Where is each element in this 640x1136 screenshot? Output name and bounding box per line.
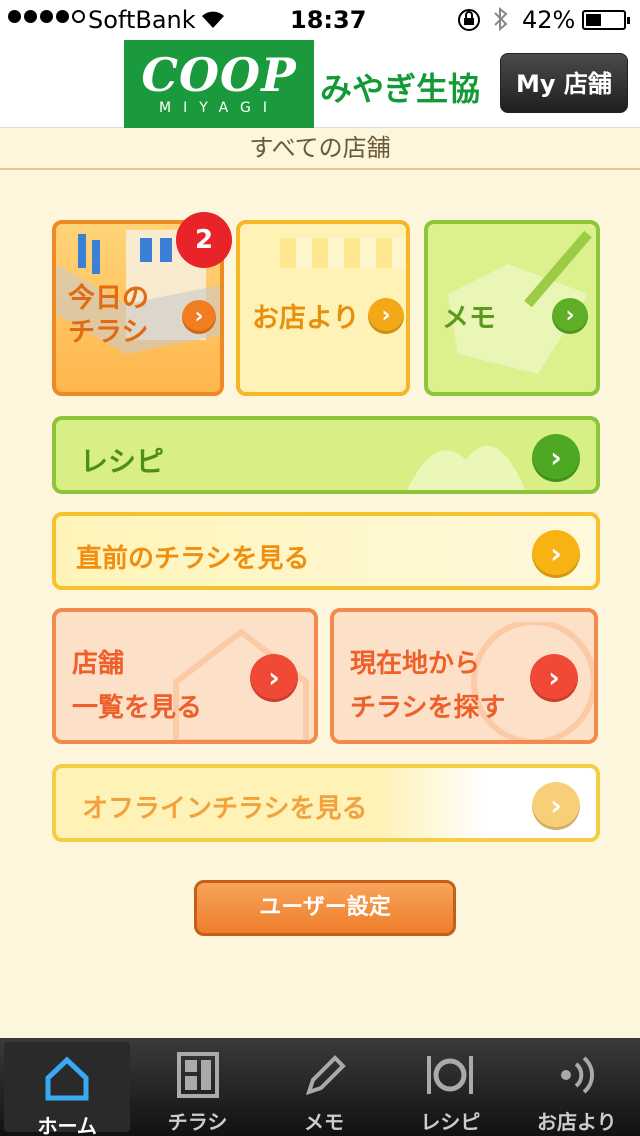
today-flyer-label: 今日の チラシ — [68, 282, 149, 350]
chevron-right-icon: › — [182, 300, 216, 334]
nearby-flyer-label: 現在地から チラシを探す — [350, 642, 505, 730]
recipe-tile[interactable]: レシピ › — [52, 416, 600, 494]
flyer-icon — [173, 1050, 223, 1100]
from-store-tile[interactable]: お店より › — [236, 220, 410, 396]
offline-flyer-label: オフラインチラシを見る — [82, 794, 368, 824]
storefront-illustration-icon — [280, 238, 406, 268]
notification-badge: 2 — [176, 212, 232, 268]
tab-label: ホーム — [37, 1114, 97, 1136]
tab-memo[interactable]: メモ — [261, 1038, 387, 1136]
wifi-icon — [200, 8, 226, 36]
coop-logo: COOP MIYAGI — [124, 40, 314, 128]
previous-flyer-label: 直前のチラシを見る — [76, 544, 310, 574]
nearby-flyer-tile[interactable]: 現在地から チラシを探す › — [330, 608, 598, 744]
today-flyer-label-line1: 今日の — [68, 283, 149, 314]
offline-flyer-tile[interactable]: オフラインチラシを見る › — [52, 764, 600, 842]
user-settings-button[interactable]: ユーザー設定 — [194, 880, 456, 936]
tab-home[interactable]: ホーム — [4, 1042, 131, 1136]
chevron-right-icon: › — [250, 654, 298, 702]
broadcast-icon — [552, 1050, 602, 1100]
chevron-right-icon: › — [552, 298, 588, 334]
logo-subtext: MIYAGI — [159, 100, 279, 116]
bluetooth-icon — [492, 6, 510, 38]
tab-recipe[interactable]: レシピ — [387, 1038, 513, 1136]
tab-label: レシピ — [420, 1110, 481, 1134]
vegetable-illustration-icon — [407, 445, 526, 490]
store-list-label-line2: 一覧を見る — [72, 693, 203, 723]
pencil-icon — [299, 1050, 349, 1100]
tab-bar: ホーム チラシ メモ レシピ お店より — [0, 1038, 640, 1136]
my-store-button[interactable]: My 店舗 — [500, 53, 628, 113]
app-header: COOP MIYAGI みやぎ生協 My 店舗 — [0, 40, 640, 128]
store-list-label-line1: 店舗 — [72, 649, 125, 679]
tab-label: チラシ — [167, 1110, 228, 1134]
tab-label: メモ — [304, 1110, 345, 1134]
battery-percentage: 42% — [522, 6, 576, 34]
chevron-right-icon: › — [530, 654, 578, 702]
chevron-right-icon: › — [532, 434, 580, 482]
nearby-flyer-label-line2: チラシを探す — [350, 693, 506, 723]
tab-flyer[interactable]: チラシ — [134, 1038, 260, 1136]
store-list-tile[interactable]: 店舗 一覧を見る › — [52, 608, 318, 744]
recipe-label: レシピ — [80, 445, 165, 478]
nearby-flyer-label-line1: 現在地から — [350, 649, 481, 679]
logo-text: COOP — [141, 48, 297, 102]
carrier-name: SoftBank — [88, 6, 196, 34]
brand-name: みやぎ生協 — [320, 70, 481, 108]
rotation-lock-icon — [456, 8, 482, 38]
store-selector[interactable]: すべての店舗 — [0, 128, 640, 170]
battery-icon — [582, 10, 630, 30]
store-list-label: 店舗 一覧を見る — [72, 642, 202, 730]
chevron-right-icon: › — [532, 530, 580, 578]
chevron-right-icon: › — [532, 782, 580, 830]
today-flyer-label-line2: チラシ — [68, 317, 149, 348]
clock: 18:37 — [290, 6, 367, 34]
tab-label: お店より — [537, 1110, 617, 1134]
signal-strength-icon — [8, 10, 85, 23]
home-icon — [42, 1054, 92, 1104]
memo-label: メモ — [442, 303, 496, 334]
memo-tile[interactable]: メモ › — [424, 220, 600, 396]
chevron-right-icon: › — [368, 298, 404, 334]
from-store-label: お店より — [252, 303, 360, 334]
status-bar: SoftBank 18:37 42% — [0, 0, 640, 40]
tab-from-store[interactable]: お店より — [514, 1038, 640, 1136]
plate-icon — [425, 1050, 475, 1100]
previous-flyer-tile[interactable]: 直前のチラシを見る › — [52, 512, 600, 590]
